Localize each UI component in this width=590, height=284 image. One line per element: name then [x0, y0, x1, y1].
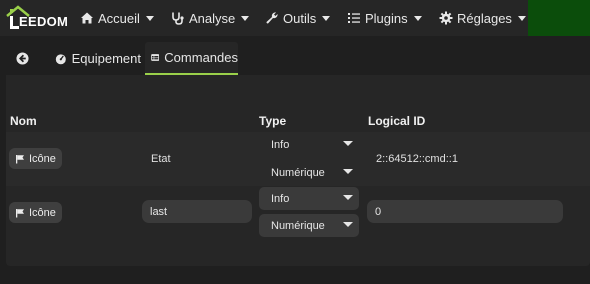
- nav-accueil-label: Accueil: [98, 10, 140, 26]
- column-header-type: Type: [259, 114, 287, 128]
- tab-bar: Equipement Commandes: [6, 42, 590, 75]
- nav-plugins[interactable]: Plugins: [347, 0, 422, 36]
- status-corner: [528, 0, 590, 36]
- logo-text: EEDOM: [19, 14, 69, 29]
- subtype-select[interactable]: Numérique: [259, 161, 359, 184]
- chevron-down-icon: [241, 15, 250, 21]
- chevron-down-icon: [145, 15, 154, 21]
- nav-reglages[interactable]: Réglages: [439, 0, 526, 36]
- back-button[interactable]: [16, 42, 34, 75]
- home-icon: [81, 12, 93, 24]
- flag-icon: [16, 154, 24, 163]
- chevron-down-icon: [413, 15, 422, 21]
- type-select-value: Info: [271, 138, 290, 151]
- tab-commandes[interactable]: Commandes: [145, 42, 238, 75]
- column-header-nom: Nom: [10, 114, 37, 128]
- chevron-down-icon: [343, 169, 353, 174]
- icon-picker-button[interactable]: Icône: [9, 148, 62, 169]
- icon-button-label: Icône: [29, 206, 56, 219]
- logical-id-input-value: 0: [375, 205, 382, 218]
- logical-id-value[interactable]: 2::64512::cmd::1: [376, 153, 458, 165]
- jeedom-logo[interactable]: EEDOM: [5, 4, 69, 32]
- column-header-logical-id: Logical ID: [368, 114, 426, 128]
- chevron-down-icon: [343, 222, 353, 227]
- nav-analyse-label: Analyse: [189, 10, 236, 26]
- nav-accueil[interactable]: Accueil: [80, 0, 154, 36]
- chevron-down-icon: [322, 15, 331, 21]
- subtype-select-value: Numérique: [271, 166, 325, 179]
- subtype-select[interactable]: Numérique: [259, 214, 359, 237]
- table-list-icon: [151, 54, 160, 61]
- chevron-down-icon: [517, 15, 526, 21]
- icon-picker-button[interactable]: Icône: [9, 202, 62, 223]
- flag-icon: [16, 208, 24, 217]
- command-name[interactable]: Etat: [151, 153, 171, 165]
- icon-button-label: Icône: [29, 152, 56, 165]
- type-select[interactable]: Info: [259, 133, 359, 156]
- chevron-down-icon: [343, 195, 353, 200]
- logical-id-input[interactable]: 0: [367, 200, 563, 223]
- tachometer-icon: [55, 54, 66, 65]
- nav-plugins-label: Plugins: [365, 10, 408, 26]
- tab-commandes-label: Commandes: [164, 50, 238, 65]
- stethoscope-icon: [172, 12, 184, 25]
- type-select[interactable]: Info: [259, 187, 359, 210]
- nav-outils[interactable]: Outils: [265, 0, 331, 36]
- top-navbar: EEDOM Accueil Analyse Outils Plugins Rég…: [0, 0, 590, 36]
- gear-icon: [439, 11, 453, 25]
- nav-analyse[interactable]: Analyse: [171, 0, 250, 36]
- wrench-icon: [266, 12, 278, 24]
- arrow-left-circle-icon: [16, 52, 29, 65]
- type-select-value: Info: [271, 192, 290, 205]
- command-name-input[interactable]: last: [142, 200, 252, 223]
- chevron-down-icon: [343, 141, 353, 146]
- nav-reglages-label: Réglages: [457, 10, 512, 26]
- nav-outils-label: Outils: [283, 10, 317, 26]
- list-icon: [348, 13, 360, 23]
- tab-equipement-label: Equipement: [71, 51, 141, 66]
- subtype-select-value: Numérique: [271, 219, 325, 232]
- tab-equipement[interactable]: Equipement: [55, 42, 141, 75]
- command-name-input-value: last: [150, 205, 168, 218]
